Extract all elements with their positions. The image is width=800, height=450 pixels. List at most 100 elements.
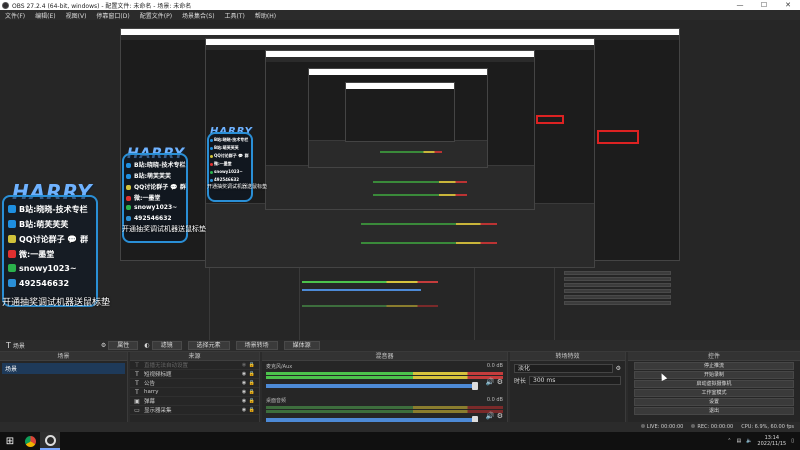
channel-db: 0.0 dB	[486, 397, 503, 403]
visibility-toggle-icon[interactable]: ◉	[240, 362, 248, 368]
notification-icon[interactable]: ▯	[791, 438, 794, 444]
overlay-line: QQ讨论群子 💬 群	[210, 153, 249, 159]
menu-profile[interactable]: 配置文件(P)	[135, 11, 177, 20]
studio-mode-button[interactable]: 工作室模式	[634, 389, 794, 397]
nested-mixer	[300, 261, 475, 340]
text-source-icon: T	[6, 341, 11, 350]
tray-chevron-icon[interactable]: ⌃	[727, 438, 731, 444]
menu-file[interactable]: 文件(F)	[0, 11, 30, 20]
visibility-toggle-icon[interactable]: ◉	[240, 398, 248, 404]
transition-button[interactable]: 场景转场	[235, 341, 278, 350]
menu-view[interactable]: 视图(V)	[61, 11, 92, 20]
nested-controls	[555, 261, 680, 340]
program-preview[interactable]: HARRY B站:晓晓-技术专栏 B站:萌芙芙芙 QQ讨论群子 💬 群 微:一墨…	[0, 20, 800, 340]
source-name-field[interactable]: 媒体源	[283, 341, 320, 350]
visibility-toggle-icon[interactable]: ◉	[240, 371, 248, 377]
volume-slider-handle[interactable]	[471, 382, 478, 390]
source-item[interactable]: T 公告 ◉ 🔒	[130, 379, 259, 388]
obs-app-icon	[2, 1, 9, 9]
controls-dock: 控件 停止推流 开始录制 启动虚拟摄像机 工作室模式 设置 退出	[628, 352, 800, 432]
gear-icon[interactable]: ⚙	[497, 412, 503, 420]
source-item[interactable]: ▭ 显示器采集 ◉ 🔒	[130, 406, 259, 415]
minimize-button[interactable]: —	[728, 0, 752, 10]
maximize-button[interactable]: ☐	[752, 0, 776, 10]
menu-docks[interactable]: 停靠窗口(D)	[91, 11, 134, 20]
overlay-line: snowy1023~	[210, 169, 243, 174]
volume-icon[interactable]: 🔈	[746, 438, 752, 444]
source-item[interactable]: Tharry ◉ 🔒	[130, 388, 259, 397]
source-item[interactable]: ▣ 弹幕 ◉ 🔒	[130, 397, 259, 406]
gear-icon[interactable]: ⚙	[497, 378, 503, 386]
qq-icon	[126, 216, 131, 221]
volume-meter	[266, 410, 503, 413]
lock-icon[interactable]: 🔒	[248, 398, 256, 404]
rec-time: REC: 00:00:00	[697, 424, 734, 430]
wechat-icon	[210, 171, 213, 174]
menu-tools[interactable]: 工具(T)	[220, 11, 250, 20]
speaker-icon[interactable]: 🔊	[486, 378, 495, 386]
taskbar-obs[interactable]	[40, 432, 60, 450]
filters-button[interactable]: 滤镜	[151, 341, 182, 350]
red-overlay-box-small	[536, 115, 564, 124]
speaker-icon[interactable]: 🔊	[486, 412, 495, 420]
audio-mixer-dock: 混音器 麦克风/Aux 0.0 dB 🔊 ⚙ 桌面音频 0.0 dB 🔊 ⚙	[262, 352, 508, 432]
volume-slider[interactable]	[266, 382, 478, 390]
menu-bar: 文件(F) 编辑(E) 视图(V) 停靠窗口(D) 配置文件(P) 场景集合(S…	[0, 10, 800, 20]
text-source-icon: T	[135, 370, 139, 378]
visibility-toggle-icon[interactable]: ◉	[240, 407, 248, 413]
virtual-camera-button[interactable]: 启动虚拟摄像机	[634, 380, 794, 388]
nested-obs-window-5	[345, 82, 455, 142]
network-icon[interactable]: ▤	[736, 438, 741, 444]
overlay-line: 492546632	[126, 215, 172, 222]
select-item-button[interactable]: 选择元素	[187, 341, 230, 350]
volume-meter	[266, 372, 503, 375]
lock-icon[interactable]: 🔒	[248, 389, 256, 395]
system-tray: ⌃ ▤ 🔈 13:14 2022/11/15 ▯	[727, 435, 800, 447]
visibility-toggle-icon[interactable]: ◉	[240, 380, 248, 386]
sources-header: 来源	[130, 352, 259, 361]
controls-header: 控件	[628, 352, 800, 361]
overlay-line: B站:晓晓-技术专栏	[8, 204, 88, 215]
lock-icon[interactable]: 🔒	[248, 407, 256, 413]
menu-scene-collection[interactable]: 场景集合(S)	[177, 11, 220, 20]
cpu-usage: CPU: 6.9%, 60.00 fps	[741, 424, 794, 430]
overlay-line: QQ讨论群子 💬 群	[126, 182, 186, 191]
windows-taskbar: ⊞ ⌃ ▤ 🔈 13:14 2022/11/15 ▯	[0, 432, 800, 450]
properties-button[interactable]: 属性	[108, 341, 139, 350]
visibility-toggle-icon[interactable]: ◉	[240, 389, 248, 395]
overlay-line: 492546632	[8, 279, 69, 288]
lock-icon[interactable]: 🔒	[248, 371, 256, 377]
taskbar-chrome[interactable]	[20, 432, 40, 450]
transition-settings-icon[interactable]: ⚙	[616, 365, 621, 372]
transition-type-select[interactable]: 淡化	[514, 364, 613, 373]
windows-start-icon[interactable]: ⊞	[0, 436, 20, 447]
clock-date: 2022/11/15	[757, 441, 787, 447]
filter-icon: ◐	[144, 342, 150, 349]
volume-meter	[266, 406, 503, 409]
menu-help[interactable]: 帮助(H)	[250, 11, 281, 20]
lock-icon[interactable]: 🔒	[248, 362, 256, 368]
scenes-header: 场景	[0, 352, 127, 361]
weibo-icon	[126, 196, 131, 201]
overlay-caption: 开通抽奖调试机器送鼠标垫	[2, 298, 111, 308]
nested-docks	[120, 260, 680, 340]
qq-group-icon	[210, 155, 213, 158]
source-item[interactable]: T 短视频标题 ◉ 🔒	[130, 370, 259, 379]
stop-streaming-button[interactable]: 停止推流	[634, 362, 794, 370]
lock-icon[interactable]: 🔒	[248, 380, 256, 386]
menu-edit[interactable]: 编辑(E)	[30, 11, 60, 20]
transitions-header: 转场特效	[510, 352, 625, 361]
source-item[interactable]: T 直播无法自动设置 ◉ 🔒	[130, 361, 259, 370]
text-source-icon: T	[135, 361, 139, 369]
clock[interactable]: 13:14 2022/11/15	[757, 435, 786, 447]
text-source-icon: T	[135, 379, 139, 387]
duration-label: 时长	[514, 378, 527, 385]
bilibili-icon	[210, 147, 213, 150]
overlay-line: snowy1023~	[126, 204, 177, 211]
status-bar: LIVE: 00:00:00 REC: 00:00:00 CPU: 6.9%, …	[0, 422, 800, 432]
exit-button[interactable]: 退出	[634, 407, 794, 415]
scene-list-item[interactable]: 场景	[2, 363, 125, 374]
close-button[interactable]: ✕	[776, 0, 800, 10]
duration-input[interactable]: 300 ms	[529, 376, 621, 385]
settings-button[interactable]: 设置	[634, 398, 794, 406]
